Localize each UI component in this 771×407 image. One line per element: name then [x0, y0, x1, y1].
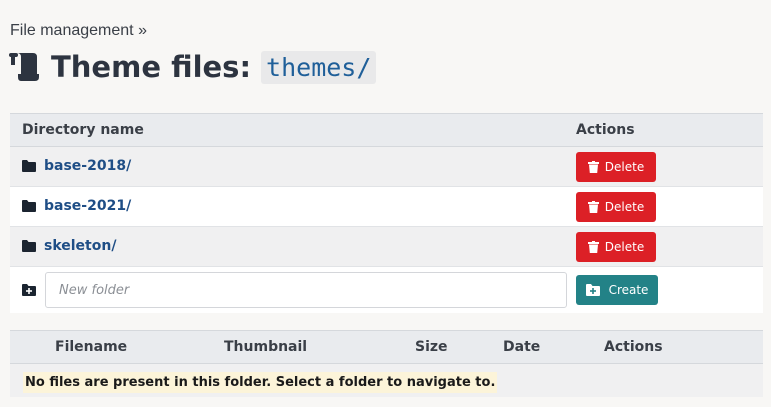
directory-table-header: Directory name Actions: [10, 113, 763, 147]
directory-link[interactable]: base-2018/: [22, 158, 131, 174]
page-title-text: Theme files:: [51, 50, 252, 84]
create-folder-button[interactable]: Create: [576, 275, 658, 305]
breadcrumb-file-management-link[interactable]: File management: [10, 22, 134, 39]
column-size: Size: [415, 339, 448, 355]
page-title: Theme files: themes/: [9, 50, 377, 84]
column-actions: Actions: [576, 122, 635, 138]
delete-button-label: Delete: [604, 159, 645, 174]
new-folder-row: Create: [10, 266, 763, 313]
trash-icon: [587, 200, 599, 213]
trash-icon: [587, 160, 599, 173]
table-row: base-2018/ Delete: [10, 146, 763, 187]
files-table-header: Filename Thumbnail Size Date Actions: [10, 330, 763, 364]
current-path: themes/: [261, 50, 377, 84]
table-row: skeleton/ Delete: [10, 226, 763, 267]
column-actions: Actions: [604, 339, 663, 355]
breadcrumb-separator: »: [133, 22, 147, 39]
create-button-label: Create: [608, 283, 649, 297]
new-folder-input[interactable]: [45, 272, 567, 308]
scroll-icon: [9, 53, 39, 81]
trash-icon: [587, 240, 599, 253]
folder-plus-icon: [22, 284, 36, 296]
delete-button-label: Delete: [604, 199, 645, 214]
directory-table: Directory name Actions base-2018/ Delete: [10, 113, 763, 313]
folder-plus-icon: [585, 284, 600, 296]
column-filename: Filename: [55, 339, 128, 355]
breadcrumb: File management »: [10, 22, 147, 40]
column-thumbnail: Thumbnail: [224, 339, 308, 355]
directory-name: skeleton/: [44, 238, 117, 254]
directory-name: base-2018/: [44, 158, 132, 174]
table-row: base-2021/ Delete: [10, 186, 763, 227]
empty-folder-notice: No files are present in this folder. Sel…: [23, 371, 498, 393]
directory-name: base-2021/: [44, 198, 132, 214]
directory-link[interactable]: skeleton/: [22, 238, 116, 254]
directory-link[interactable]: base-2021/: [22, 198, 131, 214]
files-table: Filename Thumbnail Size Date Actions No …: [10, 330, 763, 397]
empty-row: No files are present in this folder. Sel…: [10, 363, 763, 397]
column-date: Date: [503, 339, 541, 355]
delete-button-label: Delete: [604, 239, 645, 254]
delete-button[interactable]: Delete: [576, 151, 656, 182]
delete-button[interactable]: Delete: [576, 231, 656, 262]
delete-button[interactable]: Delete: [576, 191, 656, 222]
folder-icon: [22, 200, 36, 212]
folder-icon: [22, 240, 36, 252]
column-directory-name: Directory name: [22, 122, 144, 138]
folder-icon: [22, 160, 36, 172]
